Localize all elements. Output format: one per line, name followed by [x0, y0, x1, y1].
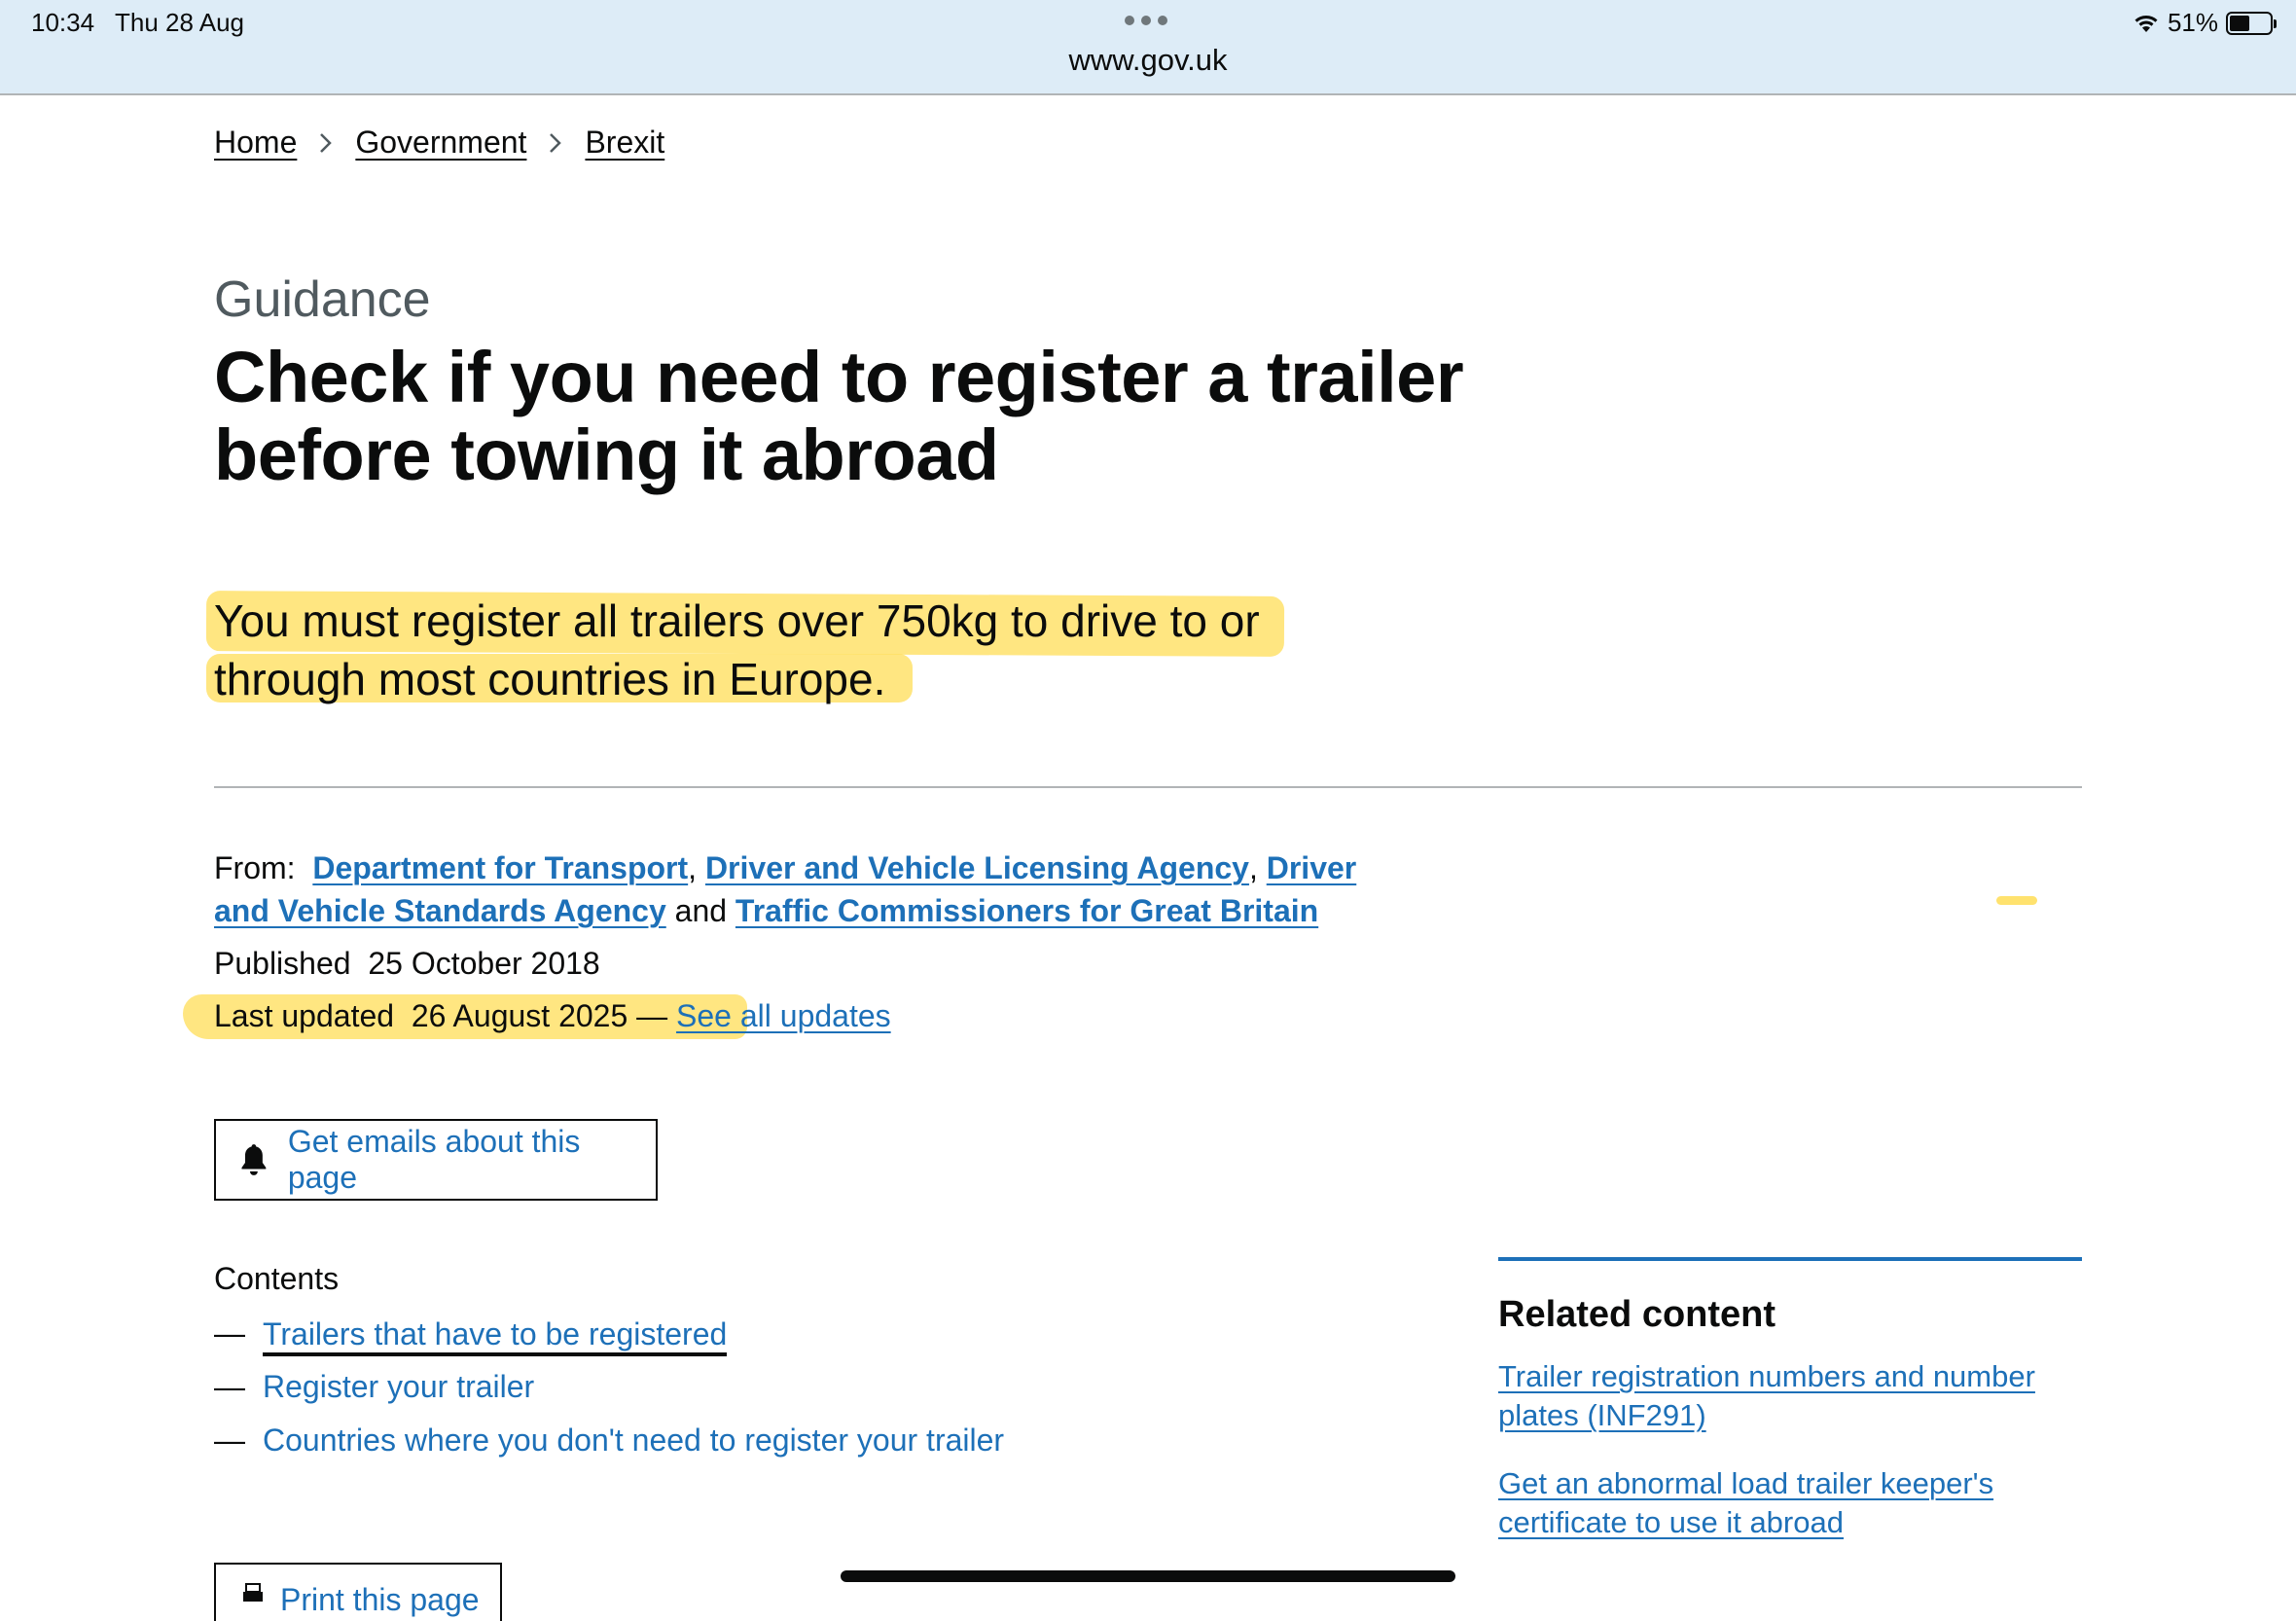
page-title: Check if you need to register a trailer …: [214, 337, 1464, 495]
separator-and: and: [674, 893, 728, 928]
home-indicator[interactable]: [841, 1570, 1455, 1582]
org-link-traffic-commissioners[interactable]: Traffic Commissioners for Great Britain: [735, 893, 1318, 928]
metadata-from: From: Department for Transport, Driver a…: [214, 847, 1381, 932]
list-dash: —: [214, 1369, 245, 1404]
get-emails-label: Get emails about this page: [287, 1124, 581, 1195]
print-button[interactable]: Print this page: [214, 1563, 502, 1621]
list-item: — Trailers that have to be registered: [214, 1315, 1004, 1369]
metadata-updated: Last updated 26 August 2025 — See all up…: [214, 998, 891, 1034]
list-item: — Countries where you don't need to regi…: [214, 1423, 1004, 1476]
bell-icon: [241, 1144, 267, 1175]
lead-line-1: You must register all trailers over 750k…: [214, 595, 1260, 646]
see-all-updates-link[interactable]: See all updates: [676, 998, 891, 1033]
separator: ,: [1248, 850, 1258, 885]
related-link-abnormal-load[interactable]: Get an abnormal load trailer keeper's ce…: [1498, 1464, 2082, 1542]
print-icon: [243, 1583, 263, 1602]
list-item: — Register your trailer: [214, 1369, 1004, 1423]
page-caption: Guidance: [214, 271, 431, 328]
org-link-dvla[interactable]: Driver and Vehicle Licensing Agency: [705, 850, 1249, 885]
list-dash: —: [214, 1423, 245, 1458]
breadcrumb-home[interactable]: Home: [214, 125, 297, 161]
lead-line-2: through most countries in Europe.: [214, 654, 886, 704]
breadcrumb-brexit[interactable]: Brexit: [585, 125, 664, 161]
section-divider: [214, 786, 2082, 788]
contents-heading: Contents: [214, 1261, 340, 1296]
updated-date: 26 August 2025: [411, 998, 628, 1033]
more-dots-icon[interactable]: [1125, 16, 1167, 25]
battery-icon: [2226, 11, 2277, 35]
published-label: Published: [214, 946, 351, 981]
contents-link-register-trailer[interactable]: Register your trailer: [263, 1369, 534, 1405]
chevron-right-icon: [550, 132, 562, 153]
separator: ,: [688, 850, 698, 885]
chevron-right-icon: [320, 132, 333, 153]
get-emails-button[interactable]: Get emails about this page: [214, 1119, 658, 1201]
print-label: Print this page: [280, 1582, 480, 1617]
contents-list: — Trailers that have to be registered — …: [214, 1315, 1004, 1476]
battery-percent: 51%: [2167, 8, 2218, 37]
status-indicators: 51%: [2133, 8, 2277, 38]
status-bar: 10:34 Thu 28 Aug www.gov.uk 51%: [0, 0, 2296, 95]
list-dash: —: [214, 1315, 245, 1351]
metadata-published: Published 25 October 2018: [214, 946, 600, 982]
org-link-dft[interactable]: Department for Transport: [312, 850, 688, 885]
updated-dash: —: [636, 998, 668, 1033]
status-time: 10:34: [31, 8, 95, 37]
breadcrumb: Home Government Brexit: [214, 125, 664, 161]
contents-link-countries[interactable]: Countries where you don't need to regist…: [263, 1423, 1004, 1459]
from-label: From:: [214, 850, 296, 885]
published-date: 25 October 2018: [368, 946, 600, 981]
related-heading: Related content: [1498, 1294, 1776, 1335]
related-link-inf291[interactable]: Trailer registration numbers and number …: [1498, 1357, 2082, 1435]
wifi-icon: [2135, 15, 2158, 32]
breadcrumb-government[interactable]: Government: [355, 125, 526, 161]
contents-link-trailers-registered[interactable]: Trailers that have to be registered: [263, 1315, 728, 1356]
status-date: Thu 28 Aug: [115, 8, 244, 37]
address-bar-url[interactable]: www.gov.uk: [0, 43, 2296, 78]
related-content: Related content Trailer registration num…: [1498, 1257, 2082, 1571]
lead-paragraph: You must register all trailers over 750k…: [214, 592, 1343, 708]
updated-label: Last updated: [214, 998, 395, 1033]
highlight-mark: [1996, 896, 2037, 905]
